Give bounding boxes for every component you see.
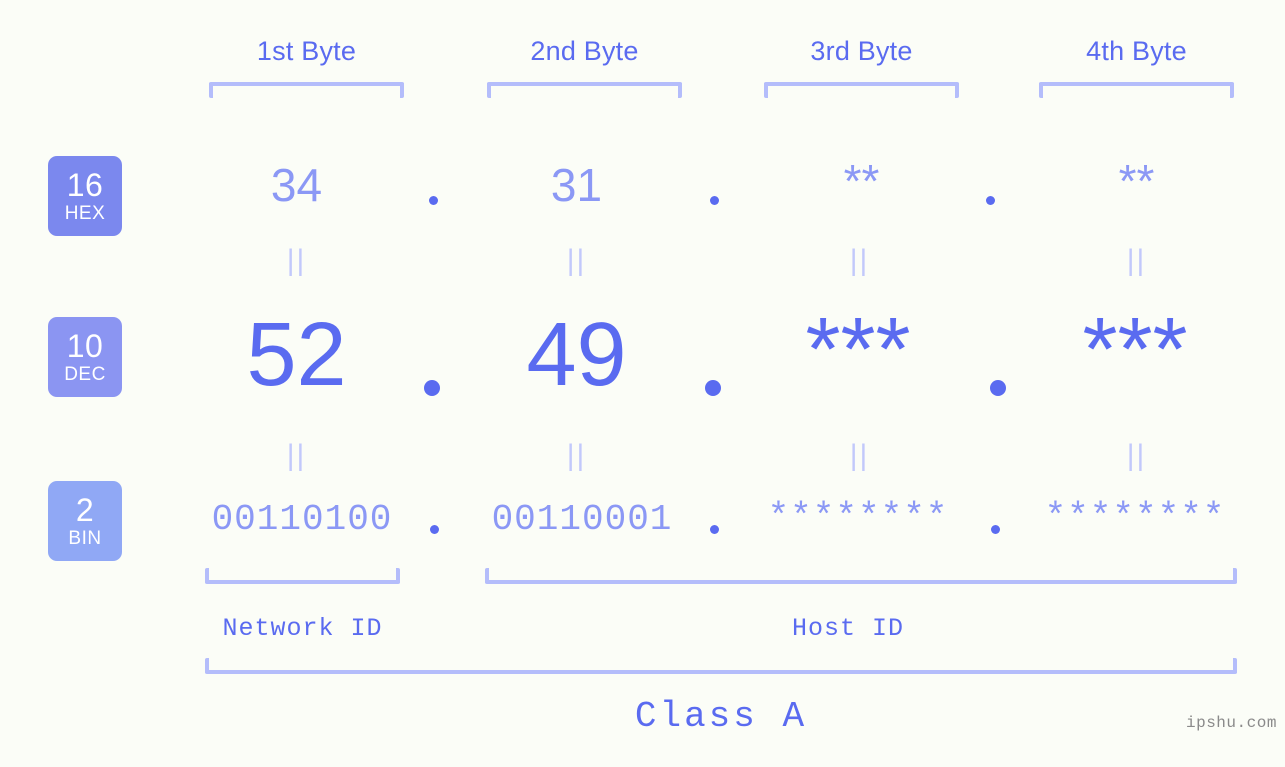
byte-header-4: 4th Byte: [1086, 36, 1187, 66]
hex-byte-3: **: [843, 155, 880, 207]
base-badge-hex: 16 HEX: [48, 156, 122, 236]
bin-byte-4: ********: [1044, 497, 1226, 538]
host-id-bracket: [485, 568, 1237, 584]
dec-byte-1: 52: [246, 305, 347, 405]
bin-separator-2: [710, 525, 719, 534]
byte-bracket-4: [1039, 82, 1234, 98]
bin-byte-1: 00110100: [211, 499, 393, 540]
equality-mark-hex-dec-2: ||: [566, 244, 587, 277]
base-badge-bin-number: 2: [75, 492, 95, 528]
hex-byte-4: **: [1118, 155, 1155, 207]
bin-separator-1: [430, 525, 439, 534]
dec-byte-2: 49: [526, 305, 627, 405]
dec-byte-4: ***: [1082, 300, 1188, 400]
dec-separator-3: [990, 380, 1006, 396]
byte-header-1: 1st Byte: [256, 36, 357, 66]
network-id-label: Network ID: [222, 614, 383, 643]
equality-mark-hex-dec-1: ||: [286, 244, 307, 277]
byte-bracket-3: [764, 82, 959, 98]
base-badge-hex-number: 16: [66, 167, 104, 203]
equality-mark-dec-bin-3: ||: [849, 439, 870, 472]
base-badge-bin: 2 BIN: [48, 481, 122, 561]
byte-bracket-2: [487, 82, 682, 98]
class-bracket: [205, 658, 1237, 674]
dec-byte-3: ***: [805, 300, 911, 400]
hex-separator-1: [429, 196, 438, 205]
equality-mark-dec-bin-1: ||: [286, 439, 307, 472]
ip-byte-diagram: 1st Byte 2nd Byte 3rd Byte 4th Byte 16 H…: [0, 0, 1285, 767]
base-badge-bin-name: BIN: [68, 528, 102, 549]
hex-separator-2: [710, 196, 719, 205]
bin-byte-2: 00110001: [491, 499, 673, 540]
base-badge-dec-name: DEC: [64, 364, 106, 385]
equality-mark-hex-dec-3: ||: [849, 244, 870, 277]
class-label: Class A: [634, 696, 808, 737]
bin-separator-3: [991, 525, 1000, 534]
network-id-bracket: [205, 568, 400, 584]
byte-header-2: 2nd Byte: [530, 36, 639, 66]
bin-byte-3: ********: [767, 497, 949, 538]
dec-separator-1: [424, 380, 440, 396]
equality-mark-hex-dec-4: ||: [1126, 244, 1147, 277]
hex-byte-1: 34: [270, 159, 323, 211]
byte-header-3: 3rd Byte: [810, 36, 913, 66]
base-badge-dec-number: 10: [66, 328, 104, 364]
equality-mark-dec-bin-4: ||: [1126, 439, 1147, 472]
hex-separator-3: [986, 196, 995, 205]
host-id-label: Host ID: [791, 614, 905, 643]
base-badge-dec: 10 DEC: [48, 317, 122, 397]
watermark: ipshu.com: [1186, 714, 1277, 732]
dec-separator-2: [705, 380, 721, 396]
equality-mark-dec-bin-2: ||: [566, 439, 587, 472]
base-badge-hex-name: HEX: [64, 203, 106, 224]
byte-bracket-1: [209, 82, 404, 98]
hex-byte-2: 31: [550, 159, 603, 211]
